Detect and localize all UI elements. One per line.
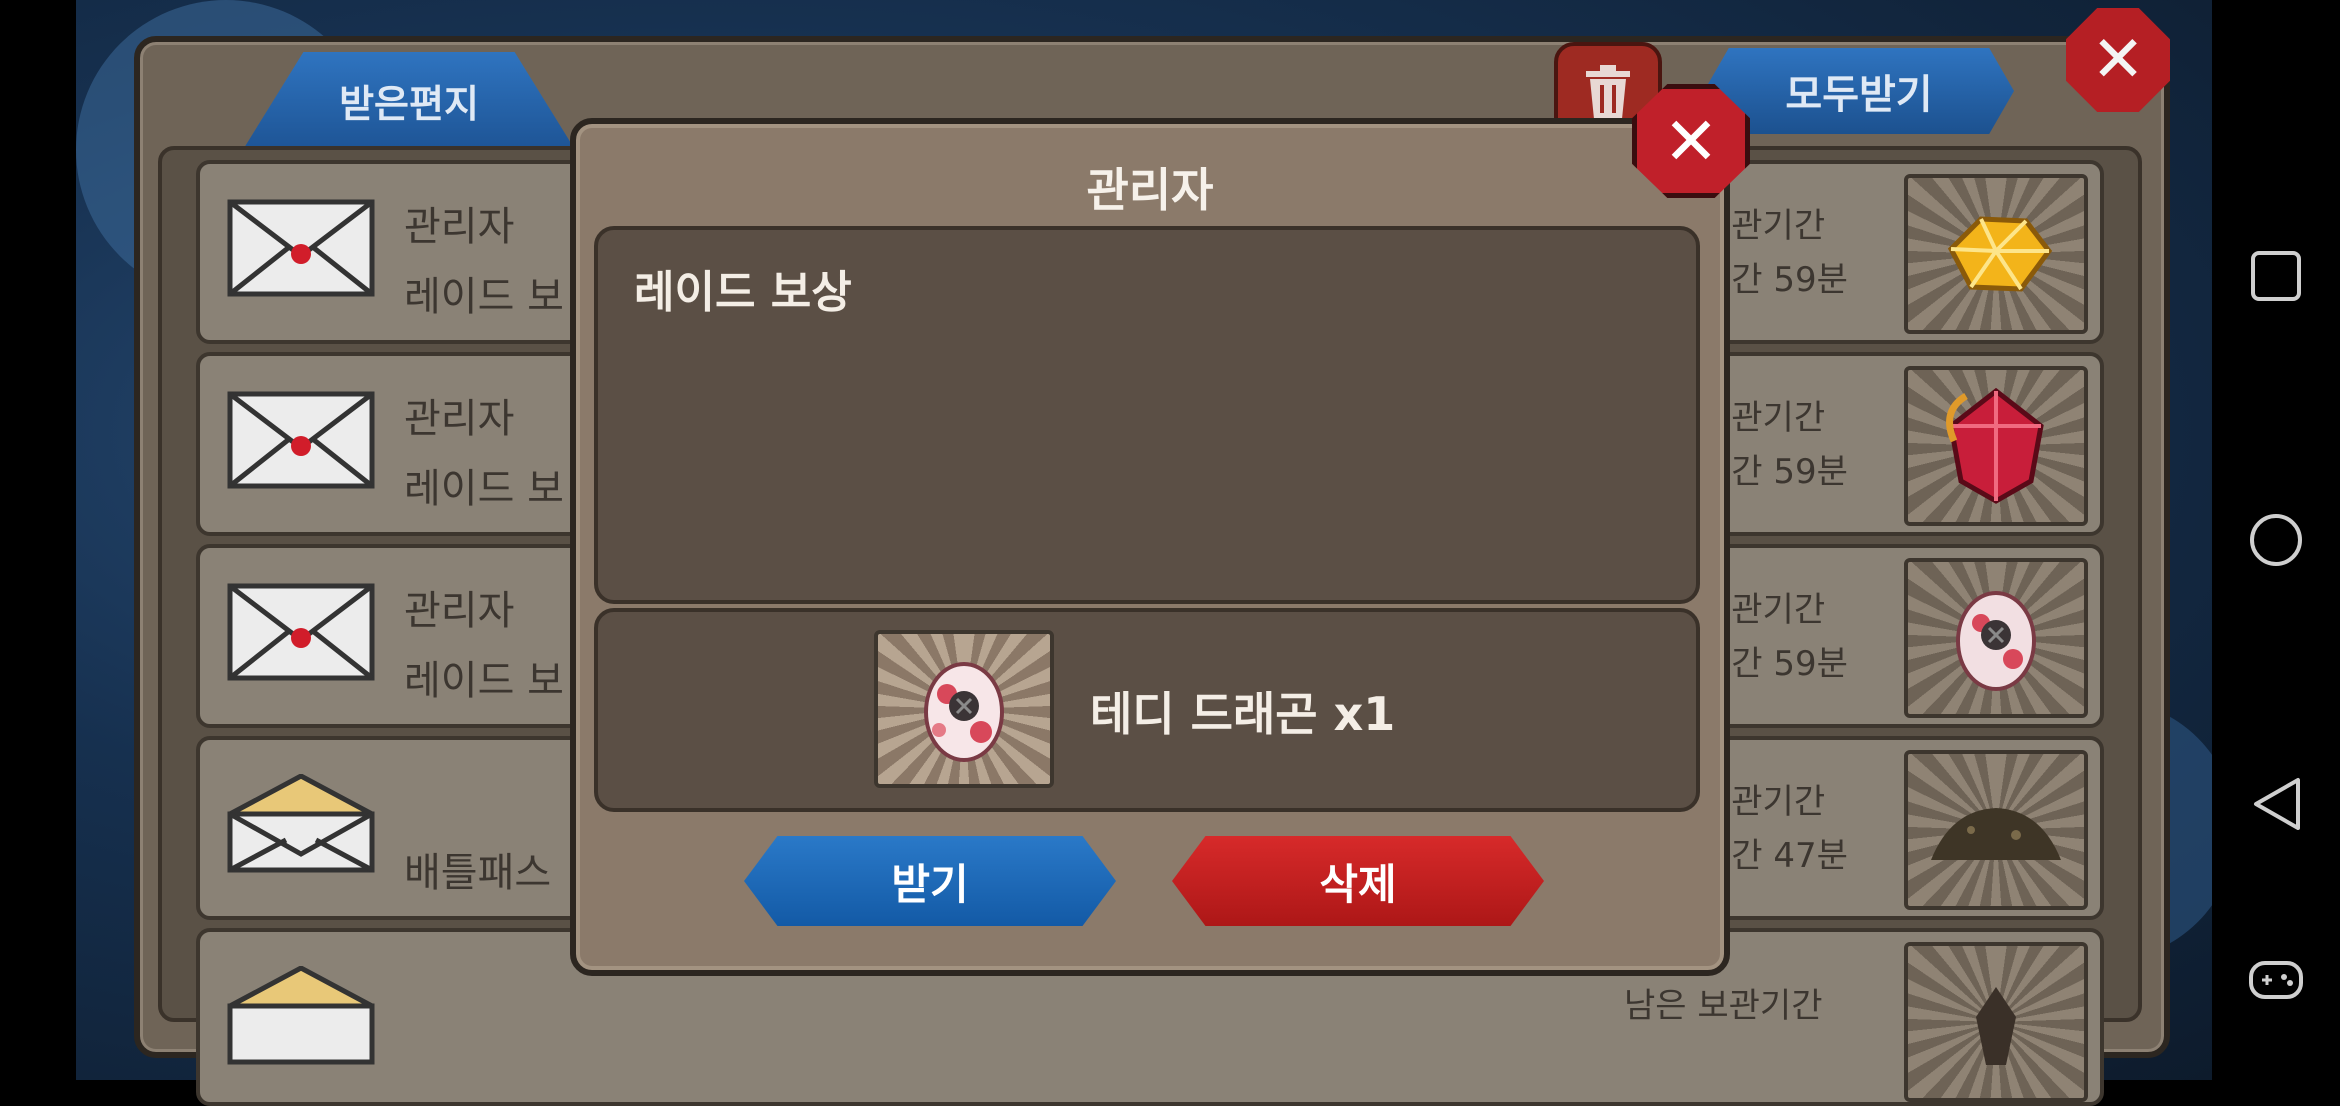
close-icon: ✕ (2091, 23, 2145, 97)
game-mode-button[interactable] (2244, 948, 2308, 1012)
claim-all-button[interactable]: 모두받기 (1704, 48, 2014, 134)
mail-sender: 관리자 (404, 588, 515, 634)
egg-icon (1956, 591, 2036, 691)
mail-subject: 배틀패스 (404, 850, 552, 896)
close-mailbox-button[interactable]: ✕ (2066, 8, 2170, 112)
back-triangle-icon (2254, 778, 2300, 830)
storage-period-label: 남은 보관기간 (1624, 986, 1823, 1026)
gamepad-icon (2249, 961, 2303, 999)
red-gem-icon (1946, 387, 2044, 504)
envelope-icon (227, 583, 375, 681)
accept-button[interactable]: 받기 (744, 836, 1116, 926)
reward-box: 테디 드래곤 x1 (594, 608, 1700, 812)
dialog-title: 관리자 (1086, 163, 1214, 217)
trash-icon (1586, 65, 1630, 119)
egg-icon (924, 662, 1004, 762)
reward-thumbnail (1904, 366, 2088, 526)
gold-gem-icon (1947, 216, 2053, 292)
envelope-icon (227, 199, 375, 297)
reward-item-thumbnail (874, 630, 1054, 788)
open-envelope-icon (227, 774, 375, 873)
reward-thumbnail (1904, 558, 2088, 718)
mail-sender: 관리자 (404, 204, 515, 250)
mail-subject: 레이드 보 (404, 466, 564, 512)
delete-button[interactable]: 삭제 (1172, 836, 1544, 926)
message-body: 레이드 보상 (594, 226, 1700, 604)
reward-thumbnail (1904, 942, 2088, 1102)
message-text: 레이드 보상 (634, 267, 852, 318)
close-icon: ✕ (1663, 102, 1719, 180)
mail-subject: 레이드 보 (404, 658, 564, 704)
system-nav-bar (2212, 0, 2340, 1080)
mail-sender: 관리자 (404, 396, 515, 442)
mail-subject: 레이드 보 (404, 274, 564, 320)
reward-thumbnail (1904, 750, 2088, 910)
envelope-icon (227, 391, 375, 489)
back-button[interactable] (2244, 772, 2308, 836)
circle-icon (2250, 514, 2302, 566)
home-button[interactable] (2244, 508, 2308, 572)
reward-thumbnail (1904, 174, 2088, 334)
square-icon (2251, 251, 2301, 301)
recent-apps-button[interactable] (2244, 244, 2308, 308)
open-envelope-icon (227, 966, 375, 1065)
reward-item-name: 테디 드래곤 x1 (1090, 687, 1396, 741)
crystal-icon (1976, 987, 2016, 1065)
dirt-pile-icon (1931, 808, 2061, 860)
